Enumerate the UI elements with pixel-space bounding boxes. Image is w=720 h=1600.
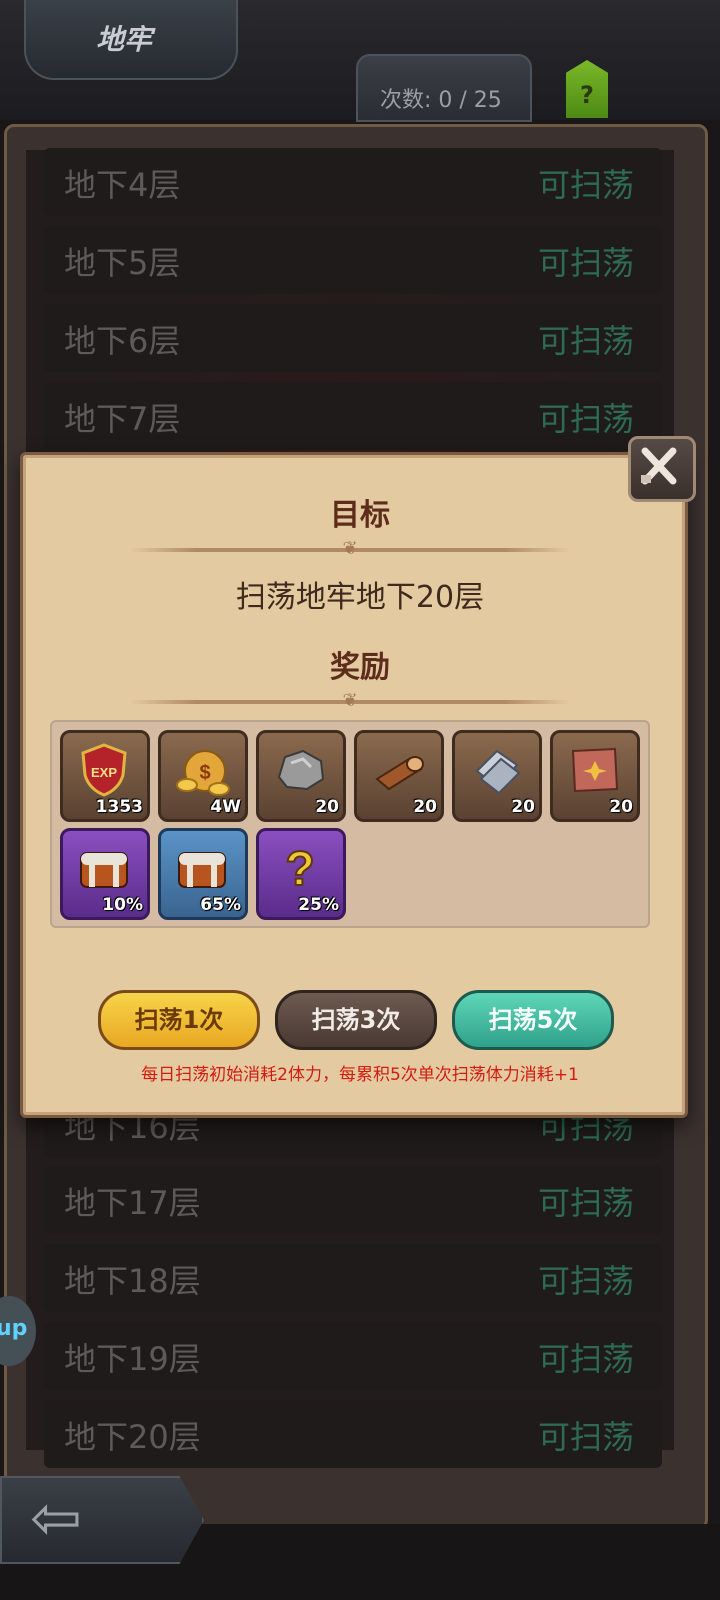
floor-name: 地下5层: [64, 244, 181, 282]
floor-state: 可扫荡: [537, 322, 634, 360]
floor-name: 地下7层: [64, 400, 181, 438]
reward-item[interactable]: 20: [452, 730, 542, 822]
reward-heading: 奖励: [330, 650, 390, 685]
floor-row[interactable]: 地下17层 可扫荡: [44, 1166, 662, 1234]
reward-amount: 4W: [210, 797, 241, 817]
reward-amount: 20: [413, 797, 437, 817]
iron-ingot-icon: [475, 749, 521, 795]
leather-icon: [571, 747, 619, 793]
back-arrow-icon: ⇦: [30, 1481, 82, 1554]
reward-amount: 1353: [95, 797, 143, 817]
divider-ornament-icon: ❦: [342, 538, 358, 559]
reward-amount: 20: [511, 797, 535, 817]
floor-state: 可扫荡: [537, 1340, 634, 1378]
floor-state: 可扫荡: [537, 1262, 634, 1300]
floor-state: 可扫荡: [537, 166, 634, 204]
exp-shield-icon: EXP: [81, 743, 127, 797]
sweep-1-button[interactable]: 扫荡1次: [98, 990, 260, 1050]
floor-name: 地下19层: [64, 1340, 201, 1378]
floor-row[interactable]: 地下6层 可扫荡: [44, 304, 662, 372]
floor-name: 地下18层: [64, 1262, 201, 1300]
blue-chest-icon: [178, 852, 226, 888]
svg-text:$: $: [199, 762, 210, 784]
reward-item[interactable]: $ 4W: [158, 730, 248, 822]
close-icon: [641, 447, 677, 485]
floor-row[interactable]: 地下5层 可扫荡: [44, 226, 662, 294]
floor-row[interactable]: 地下4层 可扫荡: [44, 148, 662, 216]
gold-coins-bag-icon: $: [176, 750, 230, 796]
page-title: 地牢: [96, 23, 153, 56]
target-heading: 目标: [330, 498, 390, 533]
floor-name: 地下17层: [64, 1184, 201, 1222]
floor-state: 可扫荡: [537, 1418, 634, 1456]
reward-amount: 65%: [200, 895, 241, 915]
reward-item[interactable]: 65%: [158, 828, 248, 920]
wood-log-icon: [375, 756, 424, 791]
reward-amount: 25%: [298, 895, 339, 915]
reward-item[interactable]: 10%: [60, 828, 150, 920]
floor-row[interactable]: 地下7层 可扫荡: [44, 382, 662, 450]
floor-row[interactable]: 地下19层 可扫荡: [44, 1322, 662, 1390]
stone-icon: [277, 749, 325, 791]
reward-item[interactable]: 20: [354, 730, 444, 822]
reward-item[interactable]: EXP 1353: [60, 730, 150, 822]
divider-ornament-icon: ❦: [342, 690, 358, 711]
floor-state: 可扫荡: [537, 244, 634, 282]
reward-amount: 20: [315, 797, 339, 817]
floor-state: 可扫荡: [537, 400, 634, 438]
attempt-count: 次数: 0 / 25: [380, 88, 502, 113]
floor-state: 可扫荡: [537, 1184, 634, 1222]
reward-item[interactable]: ? 25%: [256, 828, 346, 920]
svg-text:EXP: EXP: [91, 765, 117, 780]
reward-item[interactable]: 20: [256, 730, 346, 822]
floor-name: 地下4层: [64, 166, 181, 204]
floor-row[interactable]: 地下20层 可扫荡: [44, 1400, 662, 1468]
floor-name: 地下20层: [64, 1418, 201, 1456]
sweep-3-button[interactable]: 扫荡3次: [275, 990, 437, 1050]
floor-row[interactable]: 地下18层 可扫荡: [44, 1244, 662, 1312]
reward-amount: 10%: [102, 895, 143, 915]
svg-text:?: ?: [285, 843, 314, 895]
stamina-note: 每日扫荡初始消耗2体力，每累积5次单次扫荡体力消耗+1: [141, 1065, 579, 1085]
mystery-question-icon: ?: [284, 842, 315, 895]
floor-name: 地下6层: [64, 322, 181, 360]
purple-chest-icon: [80, 852, 128, 888]
reward-item[interactable]: 20: [550, 730, 640, 822]
side-bubble-label: up: [0, 1316, 28, 1341]
sweep-5-button[interactable]: 扫荡5次: [452, 990, 614, 1050]
reward-amount: 20: [609, 797, 633, 817]
target-text: 扫荡地牢地下20层: [235, 580, 485, 615]
